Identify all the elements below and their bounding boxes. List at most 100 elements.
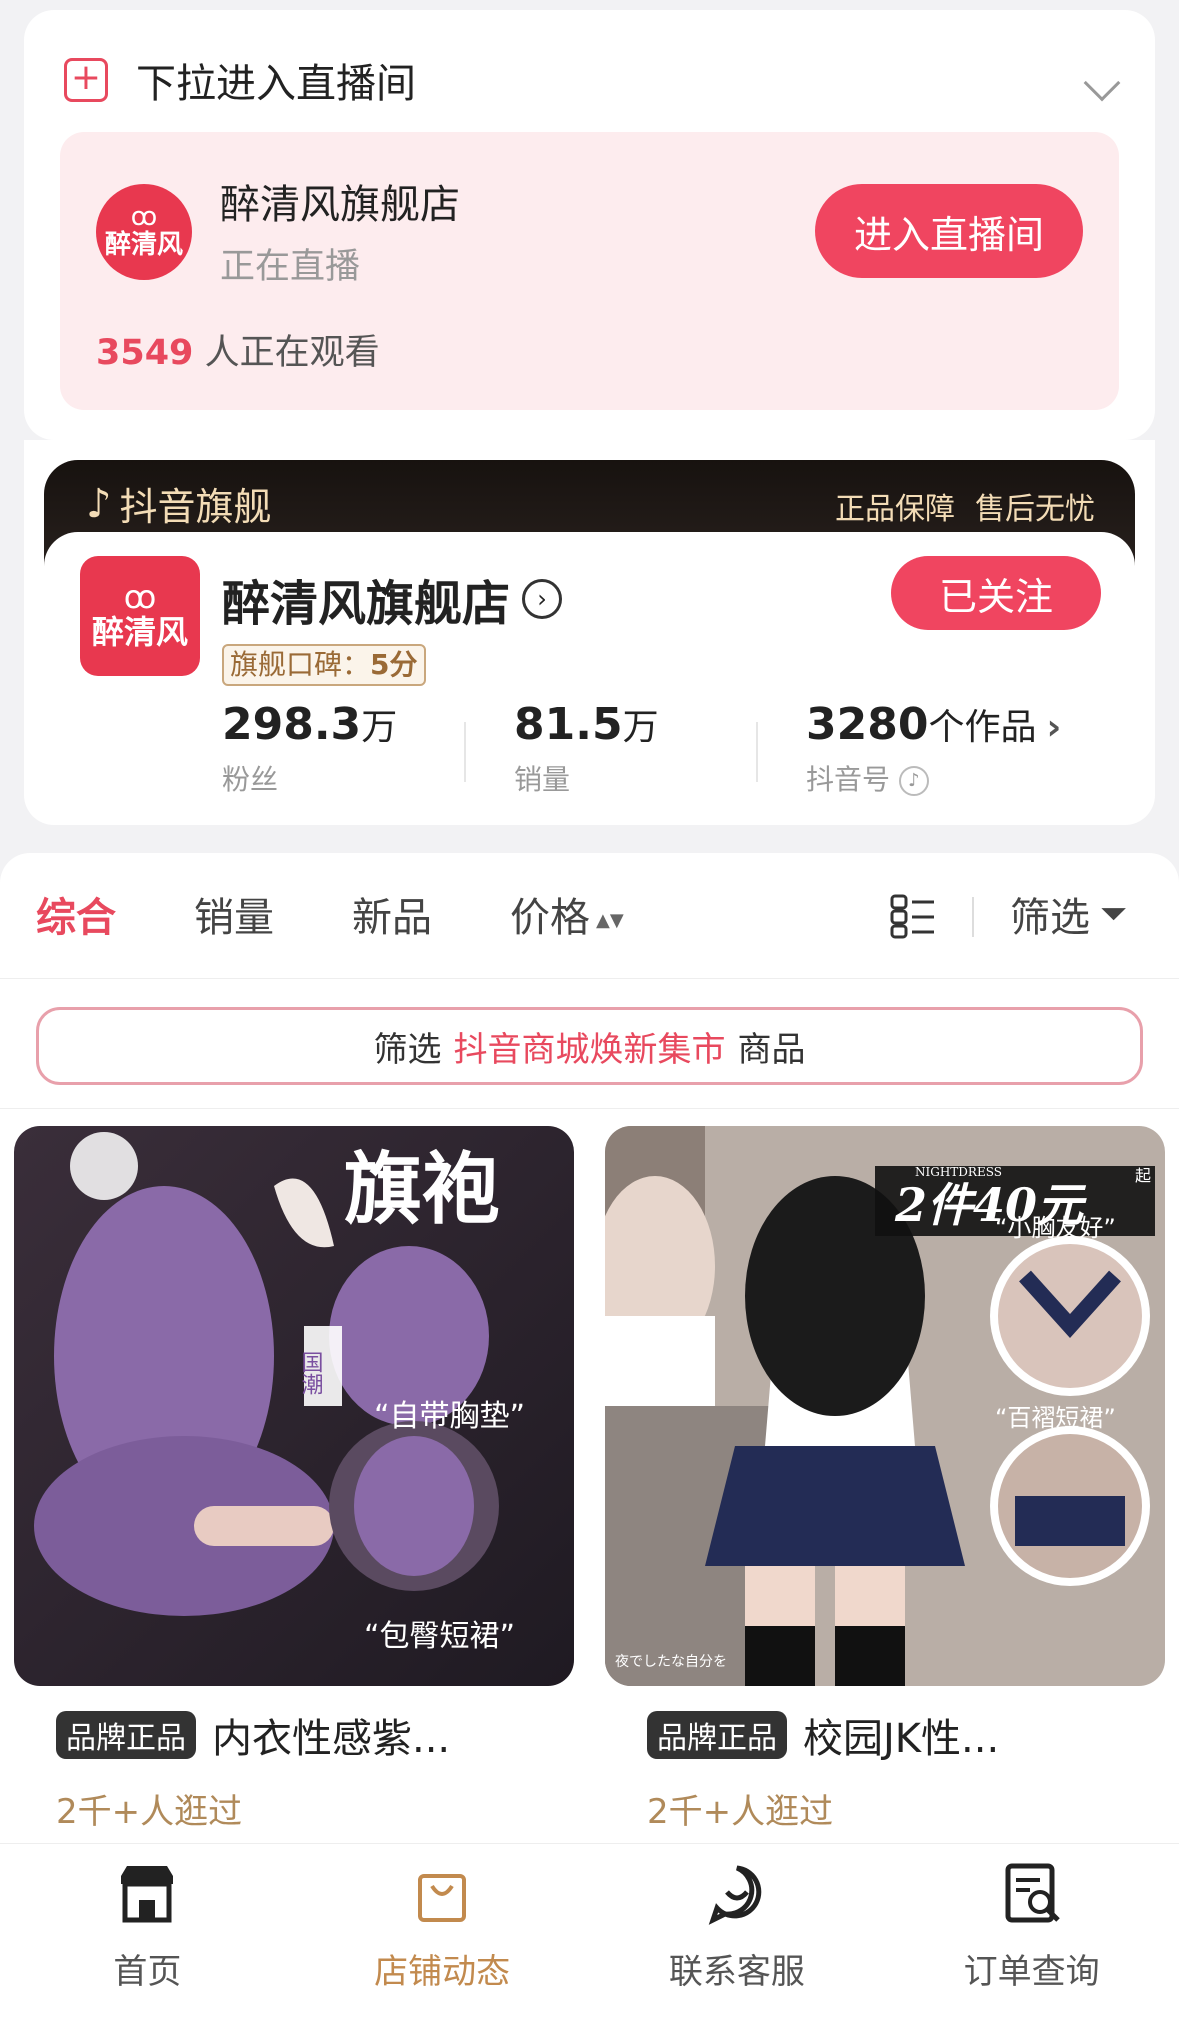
live-viewers: 3549 人正在观看 xyxy=(96,324,380,375)
image-caption: 夜でしたな自分を xyxy=(615,1654,727,1670)
nav-order-search[interactable]: 订单查询 xyxy=(884,1844,1179,2033)
nav-home[interactable]: 首页 xyxy=(0,1844,295,2033)
sales-unit: 万 xyxy=(622,707,659,748)
sales-label: 销量 xyxy=(514,763,571,796)
guarantee-genuine: 正品保障 xyxy=(835,492,955,527)
image-point-2: “包臀短裙” xyxy=(364,1619,515,1654)
logo-text: 醉清风 xyxy=(91,613,188,651)
stat-fans[interactable]: 298.3万 粉丝 xyxy=(222,698,397,798)
product-title-text: 校园JK性... xyxy=(803,1716,1000,1762)
product-card[interactable]: 旗袍 国潮 “自带胸垫” “包臀短裙” 品牌正品 内衣性感紫... 2千+人逛过 xyxy=(14,1126,574,1846)
tab-new[interactable]: 新品 xyxy=(352,885,432,943)
chevron-right-icon: › xyxy=(1046,707,1062,748)
order-search-icon xyxy=(1005,1863,1060,1923)
flagship-brand: ♪ 抖音旗舰 xyxy=(86,476,272,531)
divider xyxy=(464,722,466,782)
tab-price-label: 价格 xyxy=(510,895,590,941)
live-status: 正在直播 xyxy=(220,247,361,287)
product-visits: 2千+人逛过 xyxy=(56,1792,243,1832)
rating-label: 旗舰口碑： xyxy=(230,648,371,681)
live-store-logo: ꝏ 醉清风 xyxy=(96,184,192,280)
tab-comprehensive[interactable]: 综合 xyxy=(36,885,116,943)
banner-highlight: 抖音商城焕新集市 xyxy=(453,1029,726,1070)
image-headline: 旗袍 xyxy=(344,1144,500,1235)
product-image[interactable]: NIGHTDRESS 2件40元 起 “小胸友好” “百褶短裙” 夜でしたな自分… xyxy=(605,1126,1165,1686)
fans-unit: 万 xyxy=(361,707,398,748)
divider xyxy=(972,897,974,937)
image-point-1: “小胸友好” xyxy=(995,1214,1116,1242)
image-small-label: NIGHTDRESS xyxy=(915,1165,1002,1179)
viewer-suffix: 人正在观看 xyxy=(204,333,380,373)
works-label: 抖音号 xyxy=(806,763,891,796)
store-name[interactable]: 醉清风旗舰店 › xyxy=(222,564,563,634)
chevron-right-circle-icon: › xyxy=(522,579,563,619)
guarantees: 正品保障 售后无忧 xyxy=(835,484,1095,528)
nav-label: 首页 xyxy=(113,1952,182,1992)
image-point-1: “自带胸垫” xyxy=(374,1399,525,1434)
filter-button[interactable]: 筛选 ⏷ xyxy=(1010,885,1127,943)
image-side: 国潮 xyxy=(298,1351,324,1395)
live-header[interactable]: + 下拉进入直播间 xyxy=(64,50,416,110)
tab-price[interactable]: 价格 ▲▼ xyxy=(510,885,624,943)
product-title[interactable]: 品牌正品 内衣性感紫... xyxy=(56,1706,450,1764)
chat-icon xyxy=(708,1865,762,1925)
nav-label: 订单查询 xyxy=(963,1952,1100,1992)
nav-label: 店铺动态 xyxy=(374,1952,511,1992)
product-section: 综合 销量 新品 价格 ▲▼ 筛选 ⏷ 筛选 抖音商城焕新集市 商品 旗袍 国潮… xyxy=(0,853,1179,1853)
shopping-bag-icon xyxy=(418,1874,467,1922)
image-badge: 起 xyxy=(1135,1166,1151,1185)
chevron-down-icon[interactable] xyxy=(1083,64,1121,102)
nav-label: 联系客服 xyxy=(668,1952,805,1992)
store-logo[interactable]: ꝏ 醉清风 xyxy=(80,556,200,676)
live-section: + 下拉进入直播间 ꝏ 醉清风 醉清风旗舰店 正在直播 3549 人正在观看 进… xyxy=(24,10,1155,440)
image-point-2: “百褶短裙” xyxy=(995,1404,1116,1432)
store-name-text: 醉清风旗舰店 xyxy=(222,576,511,632)
product-title-text: 内衣性感紫... xyxy=(212,1716,451,1762)
plus-icon: + xyxy=(64,58,108,102)
guarantee-aftersale: 售后无忧 xyxy=(975,492,1095,527)
product-card[interactable]: NIGHTDRESS 2件40元 起 “小胸友好” “百褶短裙” 夜でしたな自分… xyxy=(605,1126,1165,1846)
nav-customer-service[interactable]: 联系客服 xyxy=(590,1844,885,2033)
banner-prefix: 筛选 xyxy=(373,1029,442,1070)
sort-arrows-icon: ▲▼ xyxy=(596,909,624,931)
follow-button[interactable]: 已关注 xyxy=(891,556,1101,630)
funnel-icon: ⏷ xyxy=(1100,894,1128,934)
sort-tabs: 综合 销量 新品 价格 ▲▼ xyxy=(36,885,624,943)
product-title[interactable]: 品牌正品 校园JK性... xyxy=(647,1706,999,1764)
store-icon xyxy=(121,1866,174,1923)
brand-tag: 品牌正品 xyxy=(56,1711,196,1759)
sales-value: 81.5 xyxy=(514,699,623,750)
product-image[interactable]: 旗袍 国潮 “自带胸垫” “包臀短裙” xyxy=(14,1126,574,1686)
store-info: ꝏ 醉清风 醉清风旗舰店 › 旗舰口碑：5分 已关注 298.3万 粉丝 81.… xyxy=(44,532,1135,825)
enter-live-button[interactable]: 进入直播间 xyxy=(815,184,1083,278)
nav-store-feed[interactable]: 店铺动态 xyxy=(295,1844,590,2033)
store-card: ♪ 抖音旗舰 正品保障 售后无忧 ꝏ 醉清风 醉清风旗舰店 › 旗舰口碑：5分 … xyxy=(24,440,1155,825)
live-banner[interactable]: ꝏ 醉清风 醉清风旗舰店 正在直播 3549 人正在观看 进入直播间 xyxy=(60,132,1119,410)
stat-works[interactable]: 3280个作品 › 抖音号 ♪ xyxy=(806,698,1061,798)
cherry-icon: ꝏ xyxy=(123,578,157,616)
rating-score: 5分 xyxy=(370,648,418,681)
tab-sales[interactable]: 销量 xyxy=(194,885,274,943)
logo-text: 醉清风 xyxy=(104,230,183,260)
works-unit: 个作品 xyxy=(928,707,1037,748)
market-filter-banner[interactable]: 筛选 抖音商城焕新集市 商品 xyxy=(36,1007,1143,1085)
filter-label: 筛选 xyxy=(1010,895,1090,941)
divider xyxy=(756,722,758,782)
live-store-name: 醉清风旗舰店 xyxy=(220,182,460,228)
banner-suffix: 商品 xyxy=(737,1029,806,1070)
divider xyxy=(0,1108,1179,1109)
fans-label: 粉丝 xyxy=(222,763,279,796)
rating-badge: 旗舰口碑：5分 xyxy=(222,644,426,686)
product-visits: 2千+人逛过 xyxy=(647,1792,834,1832)
stat-sales[interactable]: 81.5万 销量 xyxy=(514,698,659,798)
viewer-count: 3549 xyxy=(96,333,194,373)
bottom-nav: 首页 店铺动态 联系客服 订单查询 xyxy=(0,1843,1179,2033)
tiktok-icon: ♪ xyxy=(86,480,112,527)
brand-tag: 品牌正品 xyxy=(647,1711,787,1759)
douyin-icon: ♪ xyxy=(898,766,929,796)
live-title: 下拉进入直播间 xyxy=(136,61,416,107)
divider xyxy=(0,978,1179,979)
list-layout-icon[interactable] xyxy=(890,893,936,939)
flagship-label: 抖音旗舰 xyxy=(119,485,272,529)
cherry-icon: ꝏ xyxy=(130,202,158,232)
